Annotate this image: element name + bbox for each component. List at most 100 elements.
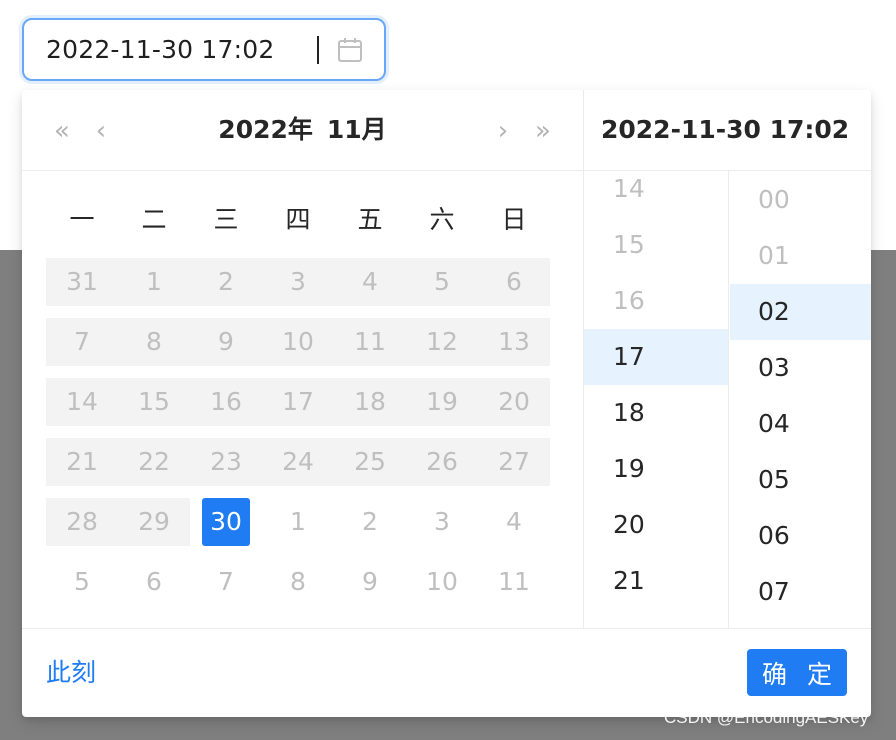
date-cell[interactable]: 17	[262, 378, 334, 426]
text-caret	[317, 36, 319, 64]
minute-option[interactable]: 01	[730, 228, 871, 284]
datetime-input[interactable]: 2022-11-30 17:02	[22, 18, 386, 81]
date-cell[interactable]: 9	[334, 558, 406, 606]
minute-option[interactable]: 03	[730, 340, 871, 396]
date-cell[interactable]: 21	[46, 438, 118, 486]
weekday-label: 六	[429, 205, 455, 234]
minute-option[interactable]: 04	[730, 396, 871, 452]
week-row: 5 6 7 8 9 10 11	[46, 558, 550, 606]
date-cell[interactable]: 10	[262, 318, 334, 366]
date-cell-number: 7	[74, 327, 90, 356]
date-cell[interactable]: 19	[406, 378, 478, 426]
date-cell-selected[interactable]: 30	[190, 498, 262, 546]
date-panel-header: « ‹ 2022年 11月 › »	[22, 90, 583, 171]
minute-option[interactable]: 05	[730, 452, 871, 508]
date-cell-number: 2	[218, 267, 234, 296]
date-cell[interactable]: 3	[262, 258, 334, 306]
date-panel: « ‹ 2022年 11月 › » 一 二 三 四 五 六 日 31 1 2 3 4 5 6 7…	[22, 90, 583, 628]
date-cell[interactable]: 16	[190, 378, 262, 426]
prev-year-button[interactable]: «	[46, 114, 78, 148]
date-cell[interactable]: 1	[118, 258, 190, 306]
date-cell[interactable]: 3	[406, 498, 478, 546]
confirm-button[interactable]: 确 定	[747, 649, 847, 696]
date-cell[interactable]: 8	[118, 318, 190, 366]
date-cell[interactable]: 25	[334, 438, 406, 486]
date-cell[interactable]: 5	[406, 258, 478, 306]
date-cell[interactable]: 6	[478, 258, 550, 306]
week-row: 21 22 23 24 25 26 27	[46, 438, 550, 486]
date-cell[interactable]: 1	[262, 498, 334, 546]
selected-datetime-display: 2022-11-30 17:02	[584, 90, 871, 171]
minute-column[interactable]: 00 01 02 03 04 05 06 07	[730, 171, 871, 628]
date-cell[interactable]: 24	[262, 438, 334, 486]
date-cell-number: 18	[354, 387, 386, 416]
date-cell-number: 23	[210, 447, 242, 476]
week-row: 14 15 16 17 18 19 20	[46, 378, 550, 426]
weekday-label: 四	[285, 205, 311, 234]
date-cell[interactable]: 7	[46, 318, 118, 366]
minute-option-selected[interactable]: 02	[730, 284, 871, 340]
date-cell[interactable]: 4	[334, 258, 406, 306]
date-cell[interactable]: 2	[334, 498, 406, 546]
date-cell-number: 11	[354, 327, 386, 356]
date-cell-number: 21	[66, 447, 98, 476]
date-cell[interactable]: 14	[46, 378, 118, 426]
date-cell[interactable]: 5	[46, 558, 118, 606]
date-cell-number: 5	[434, 267, 450, 296]
date-cell[interactable]: 11	[334, 318, 406, 366]
weekday-label: 五	[357, 205, 383, 234]
date-cell-number: 20	[498, 387, 530, 416]
date-cell[interactable]: 4	[478, 498, 550, 546]
date-cell[interactable]: 7	[190, 558, 262, 606]
date-cell[interactable]: 2	[190, 258, 262, 306]
date-cell[interactable]: 6	[118, 558, 190, 606]
year-label[interactable]: 2022年	[218, 115, 313, 144]
date-cell[interactable]: 20	[478, 378, 550, 426]
hour-column[interactable]: 14 15 16 17 18 19 20 21	[584, 171, 729, 628]
date-cell[interactable]: 18	[334, 378, 406, 426]
next-month-button[interactable]: ›	[490, 114, 516, 148]
hour-option[interactable]: 18	[584, 385, 728, 441]
date-cell[interactable]: 15	[118, 378, 190, 426]
date-cell[interactable]: 22	[118, 438, 190, 486]
date-cell-number: 9	[362, 567, 378, 596]
date-cell[interactable]: 26	[406, 438, 478, 486]
date-cell-number: 17	[282, 387, 314, 416]
date-cell-number: 3	[290, 267, 306, 296]
date-cell[interactable]: 10	[406, 558, 478, 606]
calendar-icon[interactable]	[336, 36, 364, 64]
date-cell[interactable]: 8	[262, 558, 334, 606]
hour-option[interactable]: 16	[584, 273, 728, 329]
date-cell[interactable]: 31	[46, 258, 118, 306]
hour-option-selected[interactable]: 17	[584, 329, 728, 385]
date-cell[interactable]: 27	[478, 438, 550, 486]
minute-option[interactable]: 07	[730, 564, 871, 620]
date-cell[interactable]: 9	[190, 318, 262, 366]
date-cell-number: 2	[362, 507, 378, 536]
minute-option[interactable]: 06	[730, 508, 871, 564]
datetime-input-value[interactable]: 2022-11-30 17:02	[46, 20, 274, 79]
hour-option[interactable]: 19	[584, 441, 728, 497]
prev-month-button[interactable]: ‹	[88, 114, 114, 148]
month-label[interactable]: 11月	[327, 115, 387, 144]
next-year-button[interactable]: »	[527, 114, 559, 148]
date-cell-number: 26	[426, 447, 458, 476]
time-panel: 2022-11-30 17:02 14 15 16 17 18 19 20 21 00 01 02…	[583, 90, 871, 628]
hour-option[interactable]: 14	[584, 171, 728, 217]
date-cell[interactable]: 11	[478, 558, 550, 606]
now-link[interactable]: 此刻	[46, 657, 96, 689]
date-cell-number: 10	[282, 327, 314, 356]
date-cell-number: 1	[146, 267, 162, 296]
date-cell-number: 27	[498, 447, 530, 476]
date-cell[interactable]: 13	[478, 318, 550, 366]
date-cell[interactable]: 29	[118, 498, 190, 546]
date-cell[interactable]: 12	[406, 318, 478, 366]
hour-option[interactable]: 21	[584, 553, 728, 609]
hour-option[interactable]: 15	[584, 217, 728, 273]
hour-option[interactable]: 20	[584, 497, 728, 553]
minute-option[interactable]: 00	[730, 172, 871, 228]
weekday-label: 一	[69, 205, 95, 234]
date-cell[interactable]: 28	[46, 498, 118, 546]
date-cell-number: 28	[66, 507, 98, 536]
date-cell[interactable]: 23	[190, 438, 262, 486]
